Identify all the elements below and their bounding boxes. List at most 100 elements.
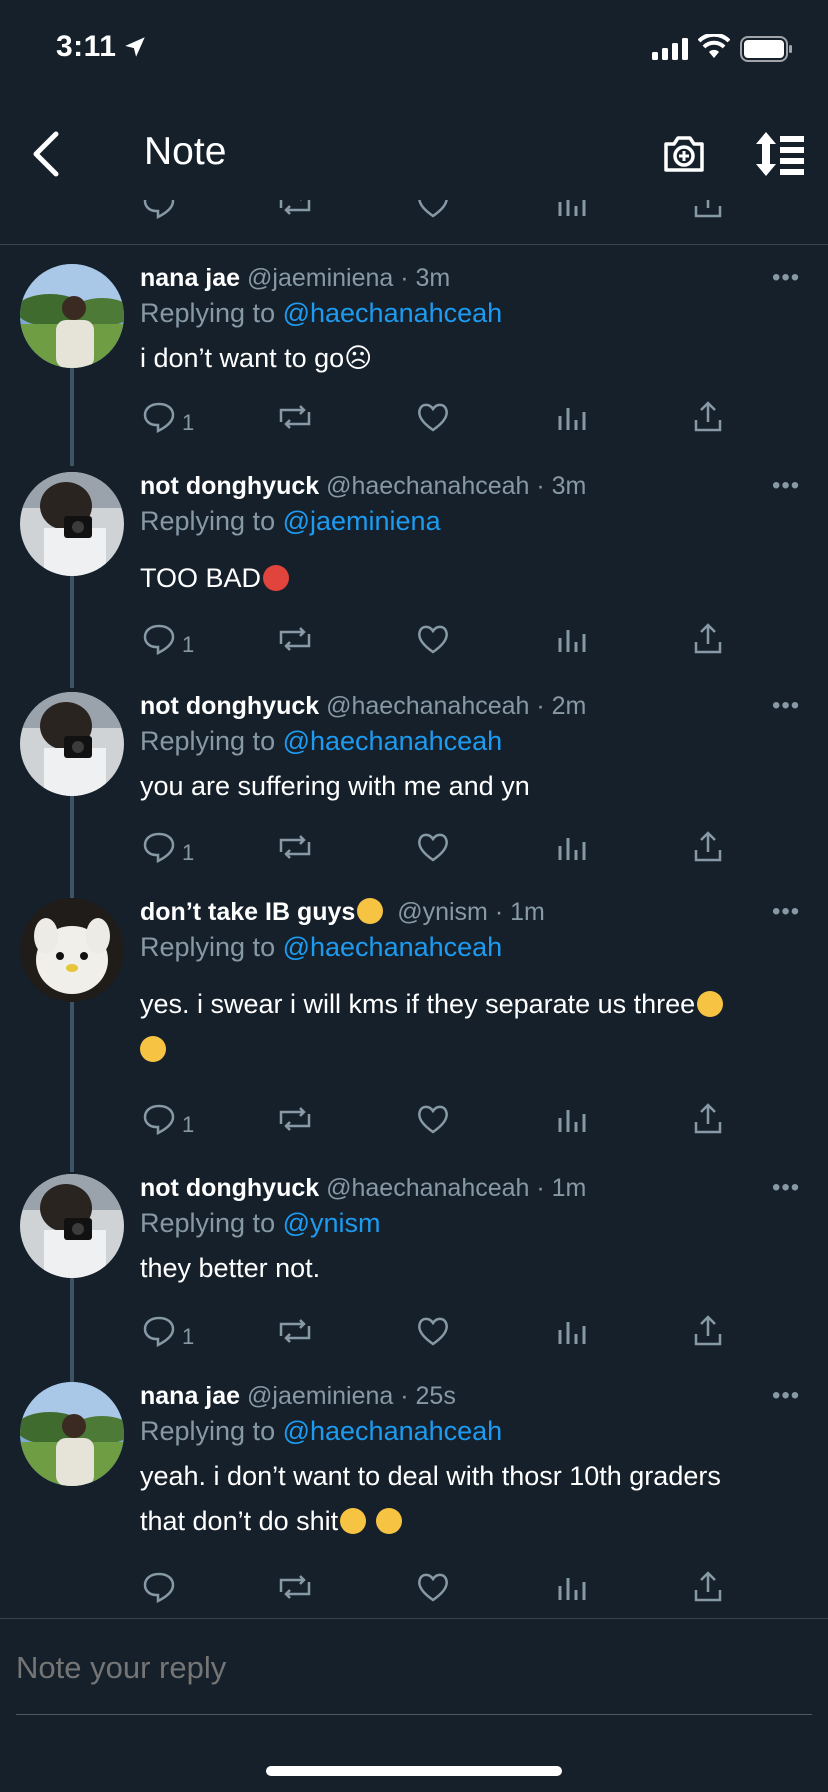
battery-icon	[740, 36, 792, 62]
mention-link[interactable]: @jaeminiena	[283, 506, 441, 536]
retweet-icon[interactable]	[278, 1102, 312, 1136]
like-icon[interactable]	[416, 1102, 450, 1136]
location-arrow-icon	[125, 37, 145, 57]
display-name[interactable]: not donghyuck	[140, 692, 319, 720]
display-name[interactable]: not donghyuck	[140, 1174, 319, 1202]
analytics-icon[interactable]	[556, 1570, 588, 1604]
avatar[interactable]	[20, 264, 124, 368]
retweet-icon[interactable]	[278, 1570, 312, 1604]
more-options-icon[interactable]: •••	[772, 898, 800, 926]
back-arrow-icon[interactable]	[24, 126, 72, 182]
analytics-icon[interactable]	[556, 1314, 588, 1348]
retweet-icon[interactable]	[278, 622, 312, 656]
share-icon[interactable]	[692, 400, 724, 434]
sort-icon[interactable]	[754, 130, 806, 178]
mention-link[interactable]: @haechanahceah	[283, 298, 503, 328]
avatar[interactable]	[20, 692, 124, 796]
reply-icon[interactable]	[142, 400, 176, 434]
more-options-icon[interactable]: •••	[772, 692, 800, 720]
handle-time: @jaeminiena · 25s	[247, 1382, 456, 1410]
share-icon[interactable]	[692, 1314, 724, 1348]
home-indicator[interactable]	[266, 1766, 562, 1776]
handle-time: @jaeminiena · 3m	[247, 264, 451, 292]
retweet-icon[interactable]	[278, 1314, 312, 1348]
handle-time: @haechanahceah · 2m	[326, 692, 587, 720]
analytics-icon[interactable]	[556, 400, 588, 434]
like-icon[interactable]	[416, 1314, 450, 1348]
tweet-text: they better not.	[140, 1253, 321, 1283]
mention-link[interactable]: @ynism	[283, 1208, 381, 1238]
replying-prefix: Replying to	[140, 1416, 283, 1446]
eye-roll-emoji-icon	[375, 1508, 402, 1534]
status-time: 3:11	[56, 30, 117, 63]
replying-to: Replying to @ynism	[140, 1208, 381, 1239]
avatar[interactable]	[20, 1174, 124, 1278]
tweet-actions: 1	[0, 830, 828, 870]
like-icon[interactable]	[416, 1570, 450, 1604]
reply-icon[interactable]	[142, 830, 176, 864]
mention-link[interactable]: @haechanahceah	[283, 1416, 503, 1446]
reply-count: 1	[182, 410, 195, 435]
share-icon[interactable]	[692, 1570, 724, 1604]
reply-icon[interactable]	[142, 200, 176, 220]
avatar[interactable]	[20, 1382, 124, 1486]
retweet-icon[interactable]	[278, 830, 312, 864]
tweet-text-content: TOO BAD	[140, 563, 262, 593]
reply-underline	[16, 1714, 812, 1715]
analytics-icon[interactable]	[556, 200, 588, 220]
tweet-text: yeah. i don’t want to deal with thosr 10…	[140, 1454, 800, 1544]
tweet-meta: not donghyuck @haechanahceah · 1m	[140, 1174, 586, 1203]
camera-icon[interactable]	[660, 130, 708, 178]
more-options-icon[interactable]: •••	[772, 264, 800, 292]
more-options-icon[interactable]: •••	[772, 1174, 800, 1202]
reply-icon[interactable]	[142, 622, 176, 656]
reply-input[interactable]	[16, 1646, 796, 1690]
tweet-text-content: yes. i swear i will kms if they separate…	[140, 989, 696, 1019]
reply-icon[interactable]	[142, 1102, 176, 1136]
persevering-face-emoji-icon	[357, 898, 384, 924]
reply-icon[interactable]	[142, 1314, 176, 1348]
handle-time: @ynism · 1m	[397, 898, 545, 926]
header: Note	[0, 100, 828, 210]
analytics-icon[interactable]	[556, 830, 588, 864]
like-icon[interactable]	[416, 200, 450, 220]
share-icon[interactable]	[692, 622, 724, 656]
analytics-icon[interactable]	[556, 622, 588, 656]
more-options-icon[interactable]: •••	[772, 472, 800, 500]
retweet-icon[interactable]	[278, 400, 312, 434]
share-icon[interactable]	[692, 200, 724, 220]
replying-prefix: Replying to	[140, 932, 283, 962]
tweet-actions: 1	[0, 1102, 828, 1142]
replying-prefix: Replying to	[140, 298, 283, 328]
like-icon[interactable]	[416, 400, 450, 434]
tweet-actions: 1	[0, 622, 828, 662]
avatar[interactable]	[20, 472, 124, 576]
mention-link[interactable]: @haechanahceah	[283, 932, 503, 962]
crying-face-emoji-icon	[697, 991, 724, 1017]
avatar[interactable]	[20, 898, 124, 1002]
previous-tweet-actions	[0, 200, 828, 228]
display-name[interactable]: not donghyuck	[140, 472, 319, 500]
cellular-signal-icon	[652, 38, 688, 60]
display-name[interactable]: nana jae	[140, 264, 240, 292]
tweet-text-line-1: yeah. i don’t want to deal with thosr 10…	[140, 1461, 721, 1491]
crying-face-emoji-icon	[140, 1036, 166, 1062]
share-icon[interactable]	[692, 830, 724, 864]
page-title: Note	[144, 130, 227, 173]
display-name[interactable]: don’t take IB guys	[140, 898, 355, 926]
share-icon[interactable]	[692, 1102, 724, 1136]
retweet-icon[interactable]	[278, 200, 312, 220]
display-name[interactable]: nana jae	[140, 1382, 240, 1410]
tweet-actions	[0, 1570, 828, 1610]
analytics-icon[interactable]	[556, 1102, 588, 1136]
reply-icon[interactable]	[142, 1570, 176, 1604]
mention-link[interactable]: @haechanahceah	[283, 726, 503, 756]
tweet-actions: 1	[0, 400, 828, 440]
tweet-text: you are suffering with me and yn	[140, 771, 530, 801]
like-icon[interactable]	[416, 830, 450, 864]
tweet-meta: don’t take IB guys @ynism · 1m	[140, 898, 545, 927]
more-options-icon[interactable]: •••	[772, 1382, 800, 1410]
like-icon[interactable]	[416, 622, 450, 656]
thread-line	[70, 1002, 74, 1172]
replying-to: Replying to @jaeminiena	[140, 506, 441, 537]
